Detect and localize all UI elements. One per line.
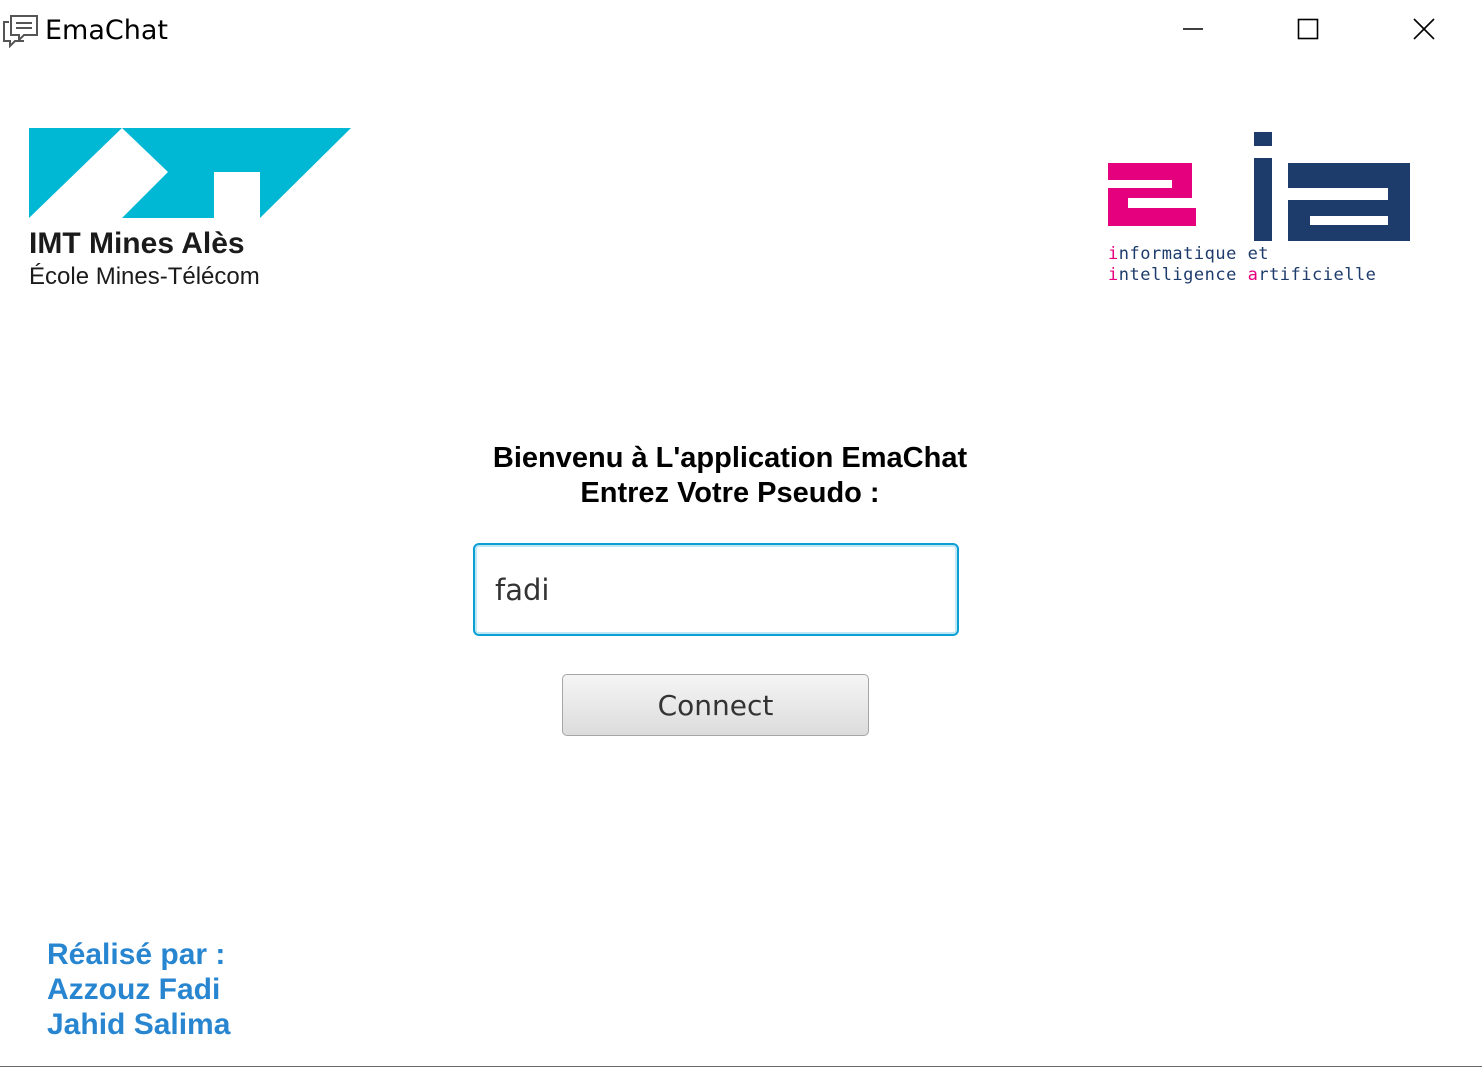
imt-logo-mark bbox=[29, 128, 351, 218]
title-bar[interactable]: EmaChat bbox=[0, 0, 1482, 62]
pseudo-input[interactable] bbox=[473, 543, 959, 636]
2ia-logo-mark bbox=[1108, 132, 1410, 241]
maximize-icon bbox=[1297, 18, 1319, 44]
minimize-button[interactable] bbox=[1135, 0, 1251, 62]
2ia-logo: informatique et intelligence artificiell… bbox=[1104, 128, 1416, 290]
welcome-message: Bienvenu à L'application EmaChat Entrez … bbox=[380, 441, 1080, 511]
2ia-logo-line1: informatique et bbox=[1108, 244, 1270, 264]
imt-mines-ales-logo: IMT Mines Alès École Mines-Télécom bbox=[29, 128, 354, 293]
imt-logo-subtitle: École Mines-Télécom bbox=[29, 263, 260, 290]
welcome-title: Bienvenu à L'application EmaChat bbox=[492, 442, 968, 474]
chat-bubbles-icon bbox=[2, 14, 40, 49]
2ia-logo-line2: intelligence artificielle bbox=[1108, 265, 1377, 285]
app-window: EmaChat IMT Mines Alès École Mines-Téléc… bbox=[0, 0, 1482, 1067]
window-title: EmaChat bbox=[45, 15, 169, 46]
minimize-icon bbox=[1182, 18, 1204, 44]
credits-author: Azzouz Fadi bbox=[47, 973, 221, 1006]
connect-button[interactable]: Connect bbox=[562, 674, 869, 736]
close-button[interactable] bbox=[1366, 0, 1482, 62]
pseudo-prompt: Entrez Votre Pseudo : bbox=[580, 477, 880, 509]
credits-author: Jahid Salima bbox=[47, 1008, 231, 1041]
credits: Réalisé par : Azzouz Fadi Jahid Salima bbox=[47, 937, 230, 1042]
imt-logo-name: IMT Mines Alès bbox=[29, 227, 245, 260]
close-icon bbox=[1413, 18, 1435, 44]
credits-heading: Réalisé par : bbox=[47, 938, 226, 971]
maximize-button[interactable] bbox=[1250, 0, 1366, 62]
